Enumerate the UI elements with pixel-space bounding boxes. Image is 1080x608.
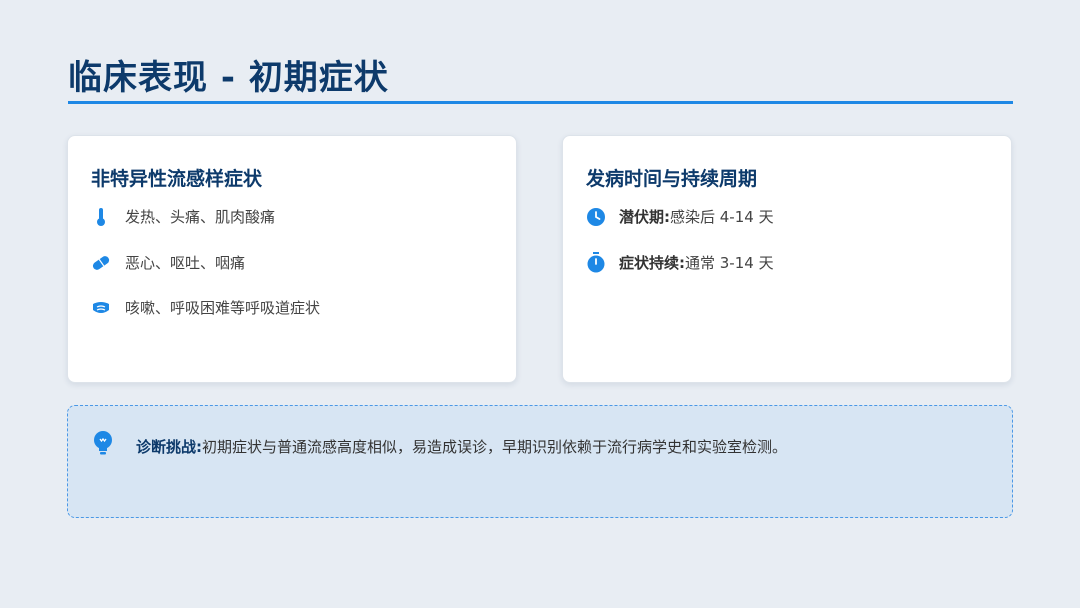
symptoms-card: 非特异性流感样症状 发热、头痛、肌肉酸痛 恶心、呕吐、咽痛 咳嗽、呼吸困难等呼吸…	[67, 135, 517, 383]
symptom-item: 恶心、呕吐、咽痛	[91, 252, 245, 273]
symptom-item: 发热、头痛、肌肉酸痛	[91, 206, 275, 227]
lightbulb-icon	[92, 430, 114, 456]
callout-label: 诊断挑战:	[136, 438, 202, 456]
diagnosis-callout: 诊断挑战:初期症状与普通流感高度相似，易造成误诊，早期识别依赖于流行病学史和实验…	[67, 405, 1013, 518]
mask-icon	[91, 298, 111, 318]
timing-card-title: 发病时间与持续周期	[586, 168, 758, 190]
timing-label: 潜伏期:	[619, 208, 670, 226]
timing-text: 通常 3-14 天	[685, 254, 774, 272]
pill-icon	[91, 253, 111, 273]
timing-card: 发病时间与持续周期 潜伏期: 感染后 4-14 天 症状持续: 通常 3-14 …	[562, 135, 1012, 383]
page-title: 临床表现 - 初期症状	[68, 58, 389, 98]
symptoms-card-title: 非特异性流感样症状	[91, 168, 263, 190]
timing-label: 症状持续:	[619, 254, 685, 272]
timing-item: 潜伏期: 感染后 4-14 天	[586, 206, 774, 227]
callout-text: 诊断挑战:初期症状与普通流感高度相似，易造成误诊，早期识别依赖于流行病学史和实验…	[136, 436, 787, 457]
stopwatch-icon	[586, 251, 606, 273]
symptom-text: 恶心、呕吐、咽痛	[125, 254, 246, 272]
clock-icon	[586, 207, 606, 227]
symptom-item: 咳嗽、呼吸困难等呼吸道症状	[91, 297, 320, 318]
symptom-text: 发热、头痛、肌肉酸痛	[125, 208, 276, 226]
timing-item: 症状持续: 通常 3-14 天	[586, 251, 774, 273]
symptom-text: 咳嗽、呼吸困难等呼吸道症状	[125, 299, 321, 317]
callout-body: 初期症状与普通流感高度相似，易造成误诊，早期识别依赖于流行病学史和实验室检测。	[202, 438, 788, 456]
timing-text: 感染后 4-14 天	[670, 208, 774, 226]
title-divider	[68, 101, 1013, 104]
thermometer-icon	[91, 207, 111, 227]
